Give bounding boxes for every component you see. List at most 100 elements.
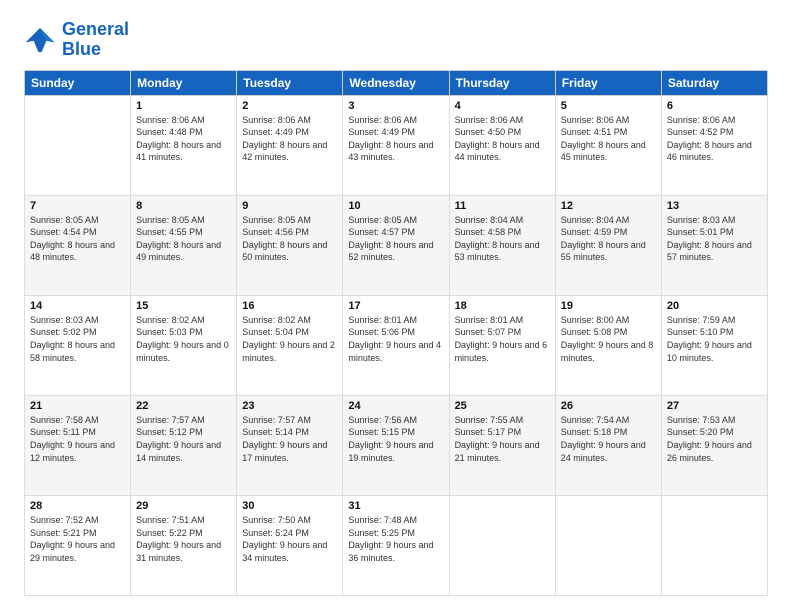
day-number: 30 [242, 500, 337, 512]
day-number: 16 [242, 300, 337, 312]
calendar-day-header: Monday [131, 70, 237, 95]
day-info: Sunrise: 8:02 AMSunset: 5:03 PMDaylight:… [136, 314, 231, 364]
calendar-day-header: Tuesday [237, 70, 343, 95]
day-info: Sunrise: 8:04 AMSunset: 4:59 PMDaylight:… [561, 214, 656, 264]
day-number: 3 [348, 100, 443, 112]
calendar-week-row: 14Sunrise: 8:03 AMSunset: 5:02 PMDayligh… [25, 295, 768, 395]
day-info: Sunrise: 8:05 AMSunset: 4:57 PMDaylight:… [348, 214, 443, 264]
calendar-cell: 20Sunrise: 7:59 AMSunset: 5:10 PMDayligh… [661, 295, 767, 395]
day-info: Sunrise: 7:55 AMSunset: 5:17 PMDaylight:… [455, 414, 550, 464]
day-number: 19 [561, 300, 656, 312]
header: General Blue [24, 20, 768, 60]
calendar-day-header: Wednesday [343, 70, 449, 95]
page: General Blue SundayMondayTuesdayWednesda… [0, 0, 792, 612]
logo: General Blue [24, 20, 129, 60]
day-number: 25 [455, 400, 550, 412]
day-info: Sunrise: 7:57 AMSunset: 5:12 PMDaylight:… [136, 414, 231, 464]
calendar-day-header: Friday [555, 70, 661, 95]
day-number: 2 [242, 100, 337, 112]
day-info: Sunrise: 7:50 AMSunset: 5:24 PMDaylight:… [242, 514, 337, 564]
day-number: 5 [561, 100, 656, 112]
calendar-cell: 2 Sunrise: 8:06 AMSunset: 4:49 PMDaylight… [237, 95, 343, 195]
day-info: Sunrise: 7:52 AMSunset: 5:21 PMDaylight:… [30, 514, 125, 564]
calendar-week-row: 28 Sunrise: 7:52 AMSunset: 5:21 PMDayligh… [25, 495, 768, 595]
calendar-cell: 16 Sunrise: 8:02 AMSunset: 5:04 PMDayligh… [237, 295, 343, 395]
day-number: 4 [455, 100, 550, 112]
calendar-cell [661, 495, 767, 595]
calendar-cell: 13 Sunrise: 8:03 AMSunset: 5:01 PMDayligh… [661, 195, 767, 295]
calendar-cell: 14Sunrise: 8:03 AMSunset: 5:02 PMDayligh… [25, 295, 131, 395]
day-info: Sunrise: 7:57 AMSunset: 5:14 PMDaylight:… [242, 414, 337, 464]
day-info: Sunrise: 8:06 AMSunset: 4:49 PMDaylight:… [242, 114, 337, 164]
calendar-cell: 4 Sunrise: 8:06 AMSunset: 4:50 PMDaylight… [449, 95, 555, 195]
logo-text: General Blue [62, 20, 129, 60]
day-number: 13 [667, 200, 762, 212]
day-number: 18 [455, 300, 550, 312]
calendar-cell: 11 Sunrise: 8:04 AMSunset: 4:58 PMDayligh… [449, 195, 555, 295]
day-number: 6 [667, 100, 762, 112]
calendar-cell: 15 Sunrise: 8:02 AMSunset: 5:03 PMDayligh… [131, 295, 237, 395]
calendar-cell: 22 Sunrise: 7:57 AMSunset: 5:12 PMDayligh… [131, 395, 237, 495]
day-number: 29 [136, 500, 231, 512]
calendar-body: 1Sunrise: 8:06 AMSunset: 4:48 PMDaylight… [25, 95, 768, 595]
day-info: Sunrise: 8:05 AMSunset: 4:55 PMDaylight:… [136, 214, 231, 264]
calendar-cell: 27 Sunrise: 7:53 AMSunset: 5:20 PMDayligh… [661, 395, 767, 495]
calendar-cell: 1Sunrise: 8:06 AMSunset: 4:48 PMDaylight… [131, 95, 237, 195]
day-info: Sunrise: 8:03 AMSunset: 5:01 PMDaylight:… [667, 214, 762, 264]
day-number: 27 [667, 400, 762, 412]
logo-icon [24, 26, 56, 54]
calendar-cell: 31Sunrise: 7:48 AMSunset: 5:25 PMDayligh… [343, 495, 449, 595]
day-number: 17 [348, 300, 443, 312]
day-number: 1 [136, 100, 231, 112]
calendar-day-header: Sunday [25, 70, 131, 95]
day-number: 11 [455, 200, 550, 212]
calendar-week-row: 21Sunrise: 7:58 AMSunset: 5:11 PMDayligh… [25, 395, 768, 495]
day-number: 20 [667, 300, 762, 312]
day-info: Sunrise: 8:05 AMSunset: 4:56 PMDaylight:… [242, 214, 337, 264]
day-number: 12 [561, 200, 656, 212]
calendar-week-row: 7Sunrise: 8:05 AMSunset: 4:54 PMDaylight… [25, 195, 768, 295]
day-number: 21 [30, 400, 125, 412]
calendar-cell [449, 495, 555, 595]
day-info: Sunrise: 8:06 AMSunset: 4:50 PMDaylight:… [455, 114, 550, 164]
calendar-cell: 25 Sunrise: 7:55 AMSunset: 5:17 PMDayligh… [449, 395, 555, 495]
day-number: 15 [136, 300, 231, 312]
calendar-cell: 23Sunrise: 7:57 AMSunset: 5:14 PMDayligh… [237, 395, 343, 495]
day-info: Sunrise: 7:53 AMSunset: 5:20 PMDaylight:… [667, 414, 762, 464]
calendar-cell: 3Sunrise: 8:06 AMSunset: 4:49 PMDaylight… [343, 95, 449, 195]
day-number: 24 [348, 400, 443, 412]
calendar-table: SundayMondayTuesdayWednesdayThursdayFrid… [24, 70, 768, 596]
calendar-cell: 29 Sunrise: 7:51 AMSunset: 5:22 PMDayligh… [131, 495, 237, 595]
calendar-cell: 21Sunrise: 7:58 AMSunset: 5:11 PMDayligh… [25, 395, 131, 495]
calendar-cell: 17 Sunrise: 8:01 AMSunset: 5:06 PMDayligh… [343, 295, 449, 395]
day-number: 28 [30, 500, 125, 512]
calendar-cell: 7Sunrise: 8:05 AMSunset: 4:54 PMDaylight… [25, 195, 131, 295]
day-info: Sunrise: 8:05 AMSunset: 4:54 PMDaylight:… [30, 214, 125, 264]
calendar-cell: 10 Sunrise: 8:05 AMSunset: 4:57 PMDayligh… [343, 195, 449, 295]
calendar-cell: 9Sunrise: 8:05 AMSunset: 4:56 PMDaylight… [237, 195, 343, 295]
calendar-day-header: Saturday [661, 70, 767, 95]
calendar-cell: 8Sunrise: 8:05 AMSunset: 4:55 PMDaylight… [131, 195, 237, 295]
day-info: Sunrise: 8:06 AMSunset: 4:52 PMDaylight:… [667, 114, 762, 164]
calendar-cell: 30 Sunrise: 7:50 AMSunset: 5:24 PMDayligh… [237, 495, 343, 595]
day-info: Sunrise: 8:01 AMSunset: 5:06 PMDaylight:… [348, 314, 443, 364]
day-number: 26 [561, 400, 656, 412]
calendar-cell [25, 95, 131, 195]
calendar-cell: 26 Sunrise: 7:54 AMSunset: 5:18 PMDayligh… [555, 395, 661, 495]
calendar-cell: 5Sunrise: 8:06 AMSunset: 4:51 PMDaylight… [555, 95, 661, 195]
calendar-cell: 24 Sunrise: 7:56 AMSunset: 5:15 PMDayligh… [343, 395, 449, 495]
day-info: Sunrise: 7:56 AMSunset: 5:15 PMDaylight:… [348, 414, 443, 464]
day-info: Sunrise: 7:48 AMSunset: 5:25 PMDaylight:… [348, 514, 443, 564]
calendar-cell: 18Sunrise: 8:01 AMSunset: 5:07 PMDayligh… [449, 295, 555, 395]
calendar-cell: 12 Sunrise: 8:04 AMSunset: 4:59 PMDayligh… [555, 195, 661, 295]
day-info: Sunrise: 8:03 AMSunset: 5:02 PMDaylight:… [30, 314, 125, 364]
day-number: 22 [136, 400, 231, 412]
day-info: Sunrise: 8:02 AMSunset: 5:04 PMDaylight:… [242, 314, 337, 364]
day-info: Sunrise: 7:51 AMSunset: 5:22 PMDaylight:… [136, 514, 231, 564]
day-info: Sunrise: 7:54 AMSunset: 5:18 PMDaylight:… [561, 414, 656, 464]
calendar-cell: 19Sunrise: 8:00 AMSunset: 5:08 PMDayligh… [555, 295, 661, 395]
calendar-day-header: Thursday [449, 70, 555, 95]
day-number: 10 [348, 200, 443, 212]
calendar-header-row: SundayMondayTuesdayWednesdayThursdayFrid… [25, 70, 768, 95]
day-info: Sunrise: 8:04 AMSunset: 4:58 PMDaylight:… [455, 214, 550, 264]
